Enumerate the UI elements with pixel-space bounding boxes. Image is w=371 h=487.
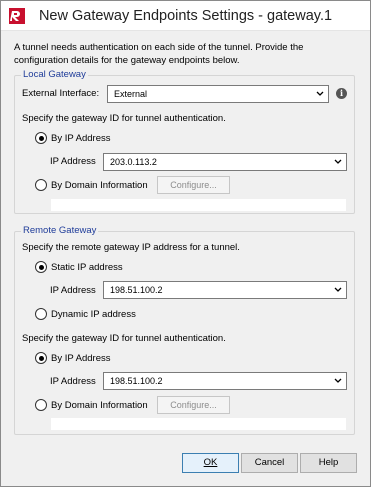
remote-auth-ip-address-select[interactable]: 198.51.100.2 <box>103 372 347 390</box>
intro-text: A tunnel needs authentication on each si… <box>14 42 304 66</box>
dynamic-ip-radio[interactable] <box>35 308 47 320</box>
external-interface-value: External <box>114 89 148 99</box>
remote-ip-address-value: 198.51.100.2 <box>110 285 163 295</box>
local-auth-prompt: Specify the gateway ID for tunnel authen… <box>22 113 226 124</box>
local-ip-address-value: 203.0.113.2 <box>110 157 157 167</box>
cancel-button[interactable]: Cancel <box>241 453 298 473</box>
local-ip-address-select[interactable]: 203.0.113.2 <box>103 153 347 171</box>
chevron-down-icon <box>316 91 324 96</box>
local-gateway-group: Local Gateway External Interface: Extern… <box>14 69 355 214</box>
local-by-domain-radio[interactable] <box>35 179 47 191</box>
static-ip-radio[interactable] <box>35 261 47 273</box>
dialog-window: New Gateway Endpoints Settings - gateway… <box>0 0 371 487</box>
local-ip-address-label: IP Address <box>50 156 96 167</box>
remote-auth-ip-address-value: 198.51.100.2 <box>110 376 163 386</box>
chevron-down-icon <box>334 378 342 383</box>
remote-gateway-label: Remote Gateway <box>21 225 99 236</box>
help-button-label: Help <box>318 457 339 468</box>
remote-configure-button[interactable]: Configure... <box>157 396 230 414</box>
external-interface-label: External Interface: <box>22 88 100 99</box>
dynamic-ip-label[interactable]: Dynamic IP address <box>51 309 136 320</box>
local-domain-field <box>50 198 347 212</box>
local-gateway-label: Local Gateway <box>21 69 88 80</box>
chevron-down-icon <box>334 287 342 292</box>
remote-by-domain-label[interactable]: By Domain Information <box>51 400 148 411</box>
remote-auth-ip-address-label: IP Address <box>50 376 96 387</box>
remote-ip-prompt: Specify the remote gateway IP address fo… <box>22 242 240 253</box>
local-configure-button[interactable]: Configure... <box>157 176 230 194</box>
remote-domain-field <box>50 417 347 431</box>
ok-button-label: OK <box>203 457 218 468</box>
local-by-ip-label[interactable]: By IP Address <box>51 133 111 144</box>
remote-ip-address-label: IP Address <box>50 285 96 296</box>
local-by-domain-label[interactable]: By Domain Information <box>51 180 148 191</box>
remote-auth-prompt: Specify the gateway ID for tunnel authen… <box>22 333 226 344</box>
external-interface-select[interactable]: External <box>107 85 329 103</box>
remote-ip-address-select[interactable]: 198.51.100.2 <box>103 281 347 299</box>
title-bar[interactable]: New Gateway Endpoints Settings - gateway… <box>1 1 370 31</box>
chevron-down-icon <box>334 159 342 164</box>
info-icon[interactable]: i <box>336 88 347 99</box>
ok-button[interactable]: OK <box>182 453 239 473</box>
window-title: New Gateway Endpoints Settings - gateway… <box>38 8 333 24</box>
static-ip-label[interactable]: Static IP address <box>51 262 123 273</box>
remote-by-ip-label[interactable]: By IP Address <box>51 353 111 364</box>
remote-by-ip-radio[interactable] <box>35 352 47 364</box>
cancel-button-label: Cancel <box>254 457 285 468</box>
local-by-ip-radio[interactable] <box>35 132 47 144</box>
dialog-body: A tunnel needs authentication on each si… <box>1 32 370 486</box>
remote-gateway-group: Remote Gateway Specify the remote gatewa… <box>14 225 355 435</box>
help-button[interactable]: Help <box>300 453 357 473</box>
remote-by-domain-radio[interactable] <box>35 399 47 411</box>
